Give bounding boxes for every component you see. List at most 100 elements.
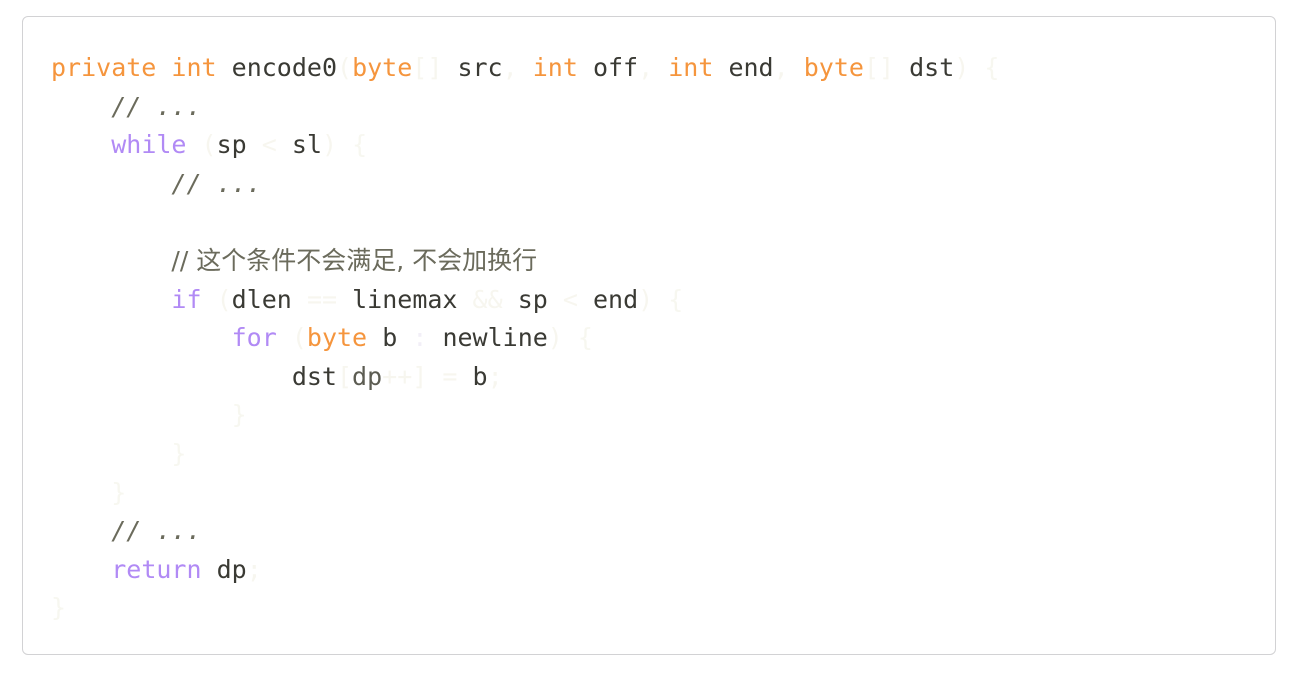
code-line: return dp;: [51, 551, 1275, 590]
code-token: ;: [246, 554, 262, 584]
code-token: dp: [216, 554, 247, 584]
code-token: (: [201, 130, 217, 160]
code-token: sp: [216, 130, 247, 160]
code-token: int: [668, 53, 714, 82]
code-token: =: [442, 361, 458, 391]
code-token: {: [668, 284, 684, 314]
code-token: []: [863, 53, 895, 82]
code-token: byte: [803, 53, 864, 82]
code-token: (: [216, 284, 232, 314]
code-line: }: [51, 589, 1275, 628]
code-line: }: [51, 474, 1275, 513]
code-token: }: [51, 593, 67, 623]
code-line: private int encode0(byte[] src, int off,…: [51, 49, 1275, 88]
code-token: []: [412, 53, 443, 82]
code-token: ): [547, 323, 563, 353]
code-token: }: [171, 438, 187, 468]
code-token: ==: [306, 284, 338, 314]
code-line: // ...: [51, 512, 1275, 551]
code-token: newline: [442, 323, 548, 353]
code-token: &&: [472, 284, 503, 314]
code-token: :: [412, 323, 428, 353]
code-block[interactable]: private int encode0(byte[] src, int off,…: [51, 49, 1275, 628]
code-token: }: [111, 477, 127, 507]
code-token: b: [472, 361, 488, 391]
code-token: if: [171, 284, 202, 314]
code-token: dst: [291, 361, 337, 391]
code-token: dst: [909, 53, 955, 82]
code-token: while: [111, 130, 187, 160]
code-snippet-card: private int encode0(byte[] src, int off,…: [22, 16, 1276, 655]
code-token: // ...: [111, 91, 202, 121]
code-token: encode0: [231, 53, 337, 82]
code-line: // 这个条件不会满足, 不会加换行: [51, 242, 1275, 281]
code-token: ): [954, 53, 970, 82]
code-line: // ...: [51, 165, 1275, 204]
code-token: dp: [352, 361, 383, 391]
code-token: ): [322, 130, 338, 160]
code-line: }: [51, 435, 1275, 474]
code-token: ;: [487, 361, 503, 391]
code-token: return: [111, 554, 202, 584]
code-token: // ...: [111, 516, 202, 546]
code-token: ++: [382, 361, 413, 391]
code-line: while (sp < sl) {: [51, 126, 1275, 165]
code-token: (: [291, 323, 307, 353]
code-token: {: [352, 130, 368, 160]
code-token: for: [231, 323, 277, 353]
code-token: dlen: [231, 284, 292, 314]
code-token: ,: [502, 53, 518, 82]
code-token: (: [337, 53, 353, 82]
code-line: ​: [51, 203, 1275, 242]
code-token: ]: [412, 361, 428, 391]
code-token: [: [336, 361, 353, 391]
code-token: b: [382, 323, 398, 353]
code-token: <: [261, 130, 277, 160]
code-token: int: [532, 53, 578, 82]
code-token: end: [728, 53, 774, 82]
code-token: end: [593, 284, 639, 314]
code-token: off: [592, 53, 639, 82]
code-token: {: [577, 323, 593, 353]
code-token: {: [984, 53, 1000, 82]
code-line: for (byte b : newline) {: [51, 319, 1275, 358]
code-token: byte: [352, 53, 413, 82]
code-token: // ...: [171, 168, 262, 198]
code-token: sp: [517, 284, 548, 314]
code-token: int: [171, 53, 217, 82]
